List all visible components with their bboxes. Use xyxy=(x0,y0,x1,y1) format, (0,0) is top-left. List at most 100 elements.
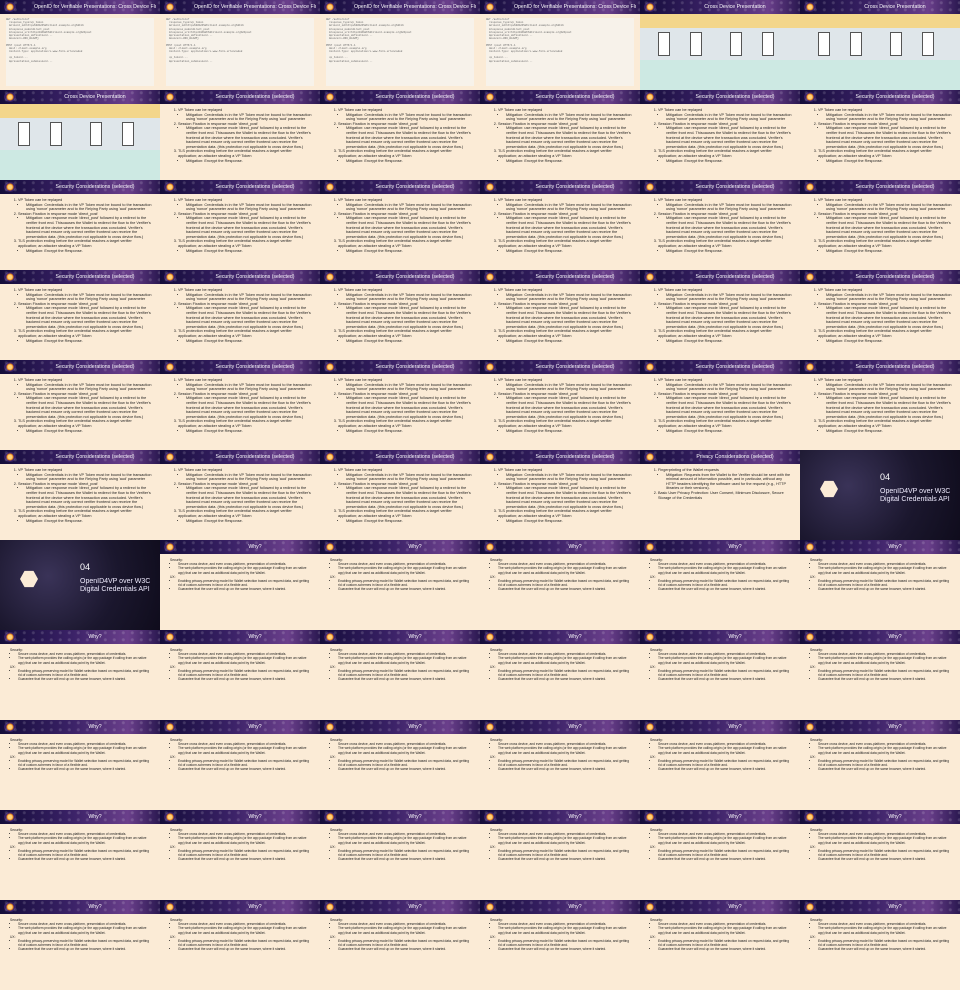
slide-thumbnail[interactable]: Security Considerations (selected) VP Tok… xyxy=(800,180,960,270)
slide-title: Security Considerations (selected) xyxy=(855,184,935,190)
slide-thumbnail[interactable]: Why? Security:Secure cross device, and ev… xyxy=(640,900,800,990)
slide-thumbnail[interactable]: Security Considerations (selected) VP Tok… xyxy=(0,270,160,360)
slide-thumbnail[interactable]: Why? Security:Secure cross device, and ev… xyxy=(0,630,160,720)
slide-thumbnail[interactable]: Why? Security:Secure cross device, and ev… xyxy=(0,810,160,900)
slide-thumbnail[interactable]: Security Considerations (selected) VP Tok… xyxy=(800,270,960,360)
slide-thumbnail[interactable]: Why? Security:Secure cross device, and ev… xyxy=(320,540,480,630)
slide-thumbnail[interactable]: Security Considerations (selected) VP Tok… xyxy=(480,450,640,540)
slide-thumbnail[interactable]: Security Considerations (selected) VP Tok… xyxy=(160,180,320,270)
slide-thumbnail[interactable]: Why? Security:Secure cross device, and ev… xyxy=(480,630,640,720)
slide-thumbnail[interactable]: Why? Security:Secure cross device, and ev… xyxy=(800,720,960,810)
consideration-heading: TLS protection ending before the credent… xyxy=(658,329,772,338)
slide-thumbnail[interactable]: Security Considerations (selected) VP Tok… xyxy=(480,270,640,360)
slide-thumbnail[interactable]: OpenID for Verifiable Presentations: Cro… xyxy=(0,0,160,90)
mitigation-text: Mitigation: use response mode 'direct_po… xyxy=(186,126,311,149)
slide-thumbnail[interactable]: Cross Device Presentation xyxy=(640,0,800,90)
slide-thumbnail[interactable]: Security Considerations (selected) VP Tok… xyxy=(800,360,960,450)
slide-thumbnail[interactable]: Why? Security:Secure cross device, and ev… xyxy=(480,810,640,900)
slide-thumbnail[interactable]: Security Considerations (selected) VP Tok… xyxy=(0,180,160,270)
consideration-heading: Session Fixation in response mode 'direc… xyxy=(178,121,259,126)
openid-logo-icon xyxy=(644,542,656,552)
consideration-item: TLS protection ending before the credent… xyxy=(178,509,312,523)
slide-thumbnail[interactable]: Security Considerations (selected) VP Tok… xyxy=(0,360,160,450)
slide-thumbnail[interactable]: Cross Device Presentation xyxy=(800,0,960,90)
consideration-heading: VP Token can be replayed xyxy=(178,198,223,202)
slide-thumbnail[interactable]: Why? Security:Secure cross device, and ev… xyxy=(640,720,800,810)
consideration-heading: TLS protection ending before the credent… xyxy=(18,239,132,248)
slide-thumbnail[interactable]: Why? Security:Secure cross device, and ev… xyxy=(320,720,480,810)
slide-thumbnail[interactable]: Why? Security:Secure cross device, and ev… xyxy=(320,900,480,990)
cross-device-diagram xyxy=(640,14,800,90)
slide-thumbnail[interactable]: Security Considerations (selected) VP Tok… xyxy=(320,90,480,180)
slide-body: Security:Secure cross device, and even c… xyxy=(490,648,632,718)
slide-thumbnail[interactable]: Security Considerations (selected) VP Tok… xyxy=(640,180,800,270)
slide-thumbnail[interactable]: Security Considerations (selected) VP Tok… xyxy=(480,360,640,450)
slide-thumbnail[interactable]: Security Considerations (selected) VP Tok… xyxy=(320,360,480,450)
slide-title: Why? xyxy=(248,814,262,820)
slide-thumbnail[interactable]: Security Considerations (selected) VP Tok… xyxy=(160,360,320,450)
slide-thumbnail[interactable]: Why? Security:Secure cross device, and ev… xyxy=(0,900,160,990)
slide-thumbnail[interactable]: Why? Security:Secure cross device, and ev… xyxy=(640,540,800,630)
slide-thumbnail[interactable]: Why? Security:Secure cross device, and ev… xyxy=(160,810,320,900)
slide-thumbnail[interactable]: Security Considerations (selected) VP Tok… xyxy=(640,270,800,360)
slide-thumbnail[interactable]: Security Considerations (selected) VP Tok… xyxy=(320,270,480,360)
mitigation-text: Mitigation: Credentials in in the VP Tok… xyxy=(346,202,472,212)
consideration-heading: Basic User Privacy Protection: User Cons… xyxy=(658,490,784,500)
slide-thumbnail[interactable]: 04 OpenID4VP over W3C Digital Credentials… xyxy=(800,450,960,540)
slide-thumbnail[interactable]: Why? Security:Secure cross device, and ev… xyxy=(160,630,320,720)
slide-thumbnail[interactable]: Why? Security:Secure cross device, and ev… xyxy=(640,630,800,720)
openid-logo-icon xyxy=(4,2,16,12)
slide-thumbnail[interactable]: Why? Security:Secure cross device, and ev… xyxy=(800,630,960,720)
slide-body: VP Token can be replayedMitigation: Cred… xyxy=(810,288,952,358)
slide-thumbnail[interactable]: Why? Security:Secure cross device, and ev… xyxy=(160,720,320,810)
slide-thumbnail[interactable]: Why? Security:Secure cross device, and ev… xyxy=(640,810,800,900)
slide-title: Security Considerations (selected) xyxy=(55,184,135,190)
slide-thumbnail[interactable]: Security Considerations (selected) VP Tok… xyxy=(160,270,320,360)
slide-thumbnail[interactable]: Security Considerations (selected) VP Tok… xyxy=(160,450,320,540)
slide-thumbnail[interactable]: Why? Security:Secure cross device, and ev… xyxy=(800,810,960,900)
slide-thumbnail[interactable]: OpenID for Verifiable Presentations: Cro… xyxy=(160,0,320,90)
slide-thumbnail[interactable]: Security Considerations (selected) VP Tok… xyxy=(640,90,800,180)
slide-title: Security Considerations (selected) xyxy=(535,364,615,370)
slide-thumbnail[interactable]: Why? Security:Secure cross device, and ev… xyxy=(480,900,640,990)
slide-thumbnail[interactable]: Why? Security:Secure cross device, and ev… xyxy=(800,900,960,990)
slide-thumbnail[interactable]: Why? Security:Secure cross device, and ev… xyxy=(160,540,320,630)
slide-thumbnail[interactable]: Why? Security:Secure cross device, and ev… xyxy=(0,720,160,810)
slide-thumbnail[interactable]: 04 OpenID4VP over W3C Digital Credentials… xyxy=(0,540,160,630)
slide-thumbnail[interactable]: Security Considerations (selected) VP Tok… xyxy=(0,450,160,540)
slide-thumbnail[interactable]: Why? Security:Secure cross device, and ev… xyxy=(480,720,640,810)
ux-point: Guarantee that the user will end up on t… xyxy=(338,767,447,772)
mitigation-text: Mitigation: Credentials in in the VP Tok… xyxy=(666,292,792,302)
slide-thumbnail[interactable]: Privacy Considerations (selected) Fingerp… xyxy=(640,450,800,540)
slide-thumbnail[interactable]: Why? Security:Secure cross device, and ev… xyxy=(480,540,640,630)
consideration-item: TLS protection ending before the credent… xyxy=(498,509,632,523)
slide-title-bar: Security Considerations (selected) xyxy=(0,450,160,464)
slide-body: Security:Secure cross device, and even c… xyxy=(330,828,472,898)
consideration-heading: VP Token can be replayed xyxy=(658,198,703,202)
slide-thumbnail[interactable]: Security Considerations (selected) VP Tok… xyxy=(640,360,800,450)
slide-thumbnail[interactable]: Security Considerations (selected) VP Tok… xyxy=(160,90,320,180)
openid-logo-icon xyxy=(804,362,816,372)
slide-thumbnail[interactable]: Security Considerations (selected) VP Tok… xyxy=(800,90,960,180)
slide-thumbnail[interactable]: Why? Security:Secure cross device, and ev… xyxy=(160,900,320,990)
slide-thumbnail[interactable]: Security Considerations (selected) VP Tok… xyxy=(480,90,640,180)
slide-thumbnail[interactable]: Security Considerations (selected) VP Tok… xyxy=(480,180,640,270)
section-title: OpenID4VP over W3C Digital Credentials A… xyxy=(80,578,151,593)
slide-thumbnail[interactable]: OpenID for Verifiable Presentations: Cro… xyxy=(480,0,640,90)
slide-thumbnail[interactable]: Security Considerations (selected) VP Tok… xyxy=(320,450,480,540)
slide-thumbnail[interactable]: Why? Security:Secure cross device, and ev… xyxy=(320,810,480,900)
slide-title: Security Considerations (selected) xyxy=(375,454,455,460)
slide-body: Security:Secure cross device, and even c… xyxy=(330,558,472,628)
slide-thumbnail[interactable]: Why? Security:Secure cross device, and ev… xyxy=(320,630,480,720)
slide-thumbnail[interactable]: Why? Security:Secure cross device, and ev… xyxy=(800,540,960,630)
slide-thumbnail[interactable]: Cross Device Presentation xyxy=(0,90,160,180)
slide-thumbnail[interactable]: Security Considerations (selected) VP Tok… xyxy=(320,180,480,270)
consideration-item: Session Fixation in response mode 'direc… xyxy=(18,392,152,420)
security-point: The web platform provides the calling or… xyxy=(18,836,147,845)
consideration-item: VP Token can be replayedMitigation: Cred… xyxy=(18,378,152,392)
slide-body: VP Token can be replayedMitigation: Cred… xyxy=(330,108,472,178)
consideration-item: Session Fixation in response mode 'direc… xyxy=(338,122,472,150)
security-point: The web platform provides the calling or… xyxy=(338,836,467,845)
ux-point: Guarantee that the user will end up on t… xyxy=(818,767,927,772)
slide-thumbnail[interactable]: OpenID for Verifiable Presentations: Cro… xyxy=(320,0,480,90)
